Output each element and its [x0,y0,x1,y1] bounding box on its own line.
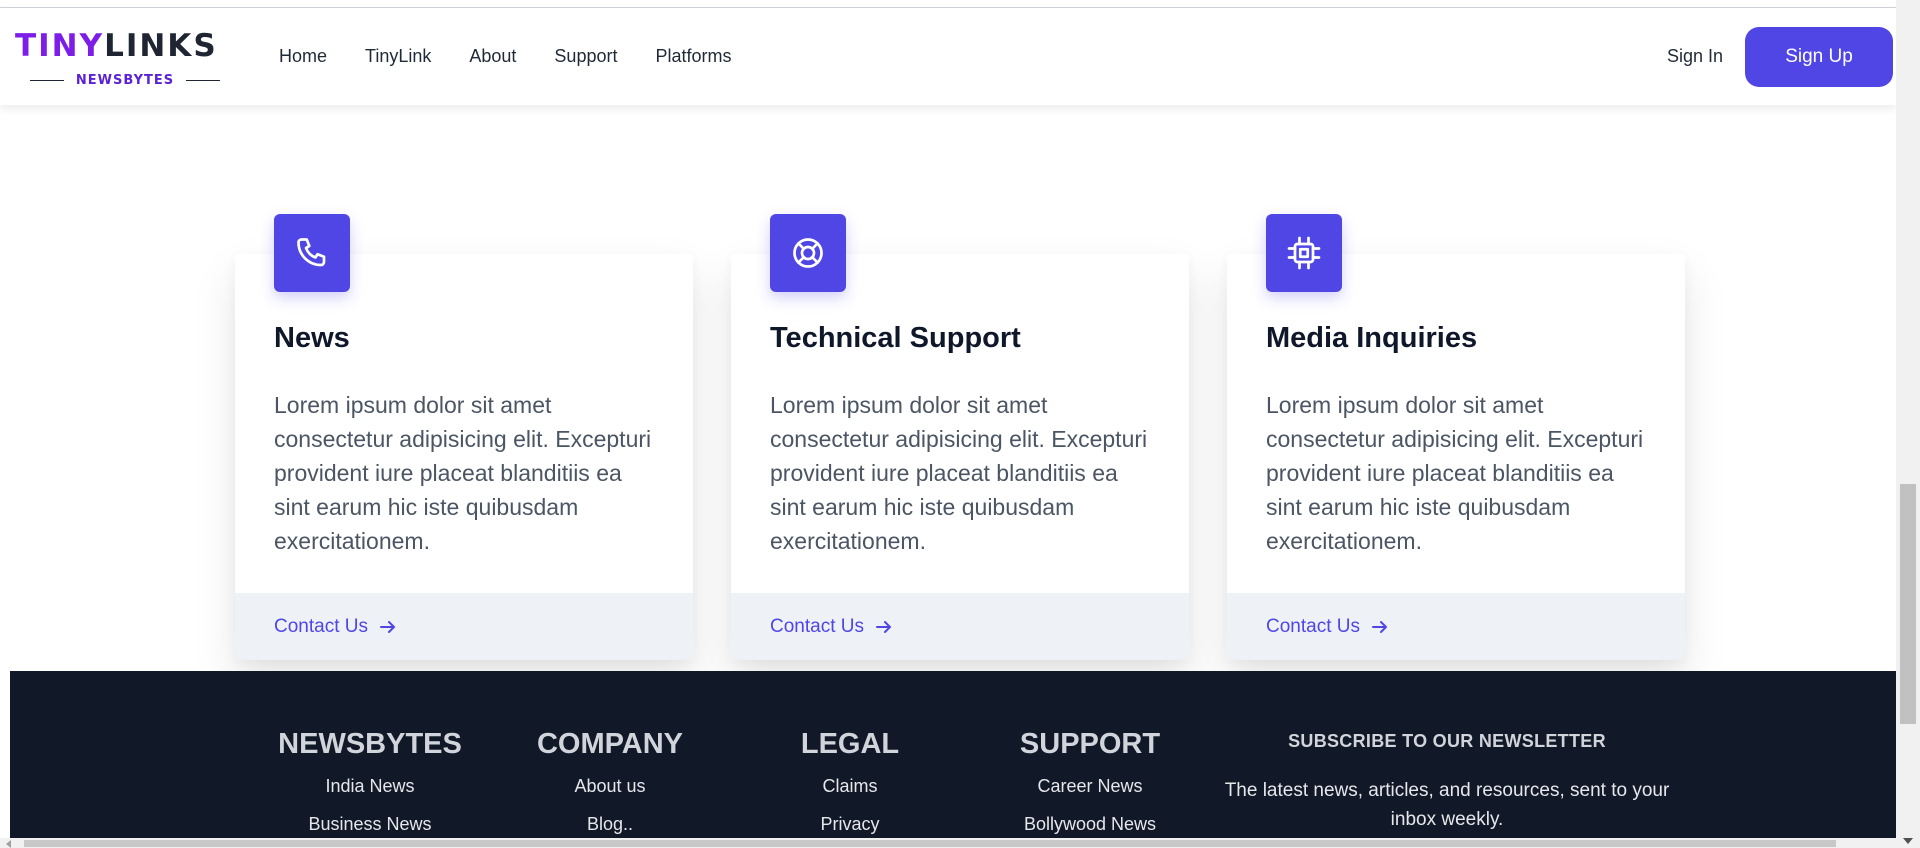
card-media-inquiries: Media Inquiries Lorem ipsum dolor sit am… [1227,214,1685,660]
scroll-down-arrow-icon[interactable] [1903,838,1913,844]
tinylinks-logo[interactable]: TINYLINKS NEWSBYTES [15,30,235,90]
sign-up-button[interactable]: Sign Up [1745,27,1893,87]
footer-link-about-us[interactable]: About us [490,767,730,805]
card-footer: Contact Us [1227,593,1685,660]
contact-us-label: Contact Us [770,615,864,637]
logo-links-text: LINKS [104,28,218,64]
page: TINYLINKS NEWSBYTES Home TinyLink About … [0,0,1896,838]
card-footer: Contact Us [731,593,1189,660]
footer-link-claims[interactable]: Claims [730,767,970,805]
lifebuoy-icon [770,214,846,292]
arrow-right-icon [1371,620,1387,633]
footer-column-title: COMPANY [536,728,684,760]
card-news: News Lorem ipsum dolor sit amet consecte… [235,214,693,660]
nav-home[interactable]: Home [279,46,327,67]
horizontal-scrollbar-thumb[interactable] [24,840,1836,847]
footer-column-legal: LEGAL Claims Privacy [730,727,970,838]
footer-column-newsbytes: NEWSBYTES India News Business News [250,727,490,838]
top-border [0,0,1896,8]
logo-sub-text: NEWSBYTES [75,72,175,88]
footer-link-blog[interactable]: Blog.. [490,805,730,838]
contact-us-label: Contact Us [1266,615,1360,637]
nav-tinylink[interactable]: TinyLink [365,46,431,67]
card-title: Media Inquiries [1266,322,1478,354]
footer-column-support: SUPPORT Career News Bollywood News [970,727,1210,838]
nav-platforms[interactable]: Platforms [655,46,731,67]
chip-icon [1266,214,1342,292]
footer-link-career-news[interactable]: Career News [970,767,1210,805]
card-body: Lorem ipsum dolor sit amet consectetur a… [1266,392,1644,554]
vertical-scrollbar[interactable] [1896,0,1920,848]
newsletter-title: SUBSCRIBE TO OUR NEWSLETTER [1288,731,1606,751]
footer-link-business-news[interactable]: Business News [250,805,490,838]
logo-divider-left [29,79,64,81]
contact-us-label: Contact Us [274,615,368,637]
card-title: News [274,322,350,354]
footer-link-privacy[interactable]: Privacy [730,805,970,838]
main-nav: Home TinyLink About Support Platforms [279,8,732,105]
horizontal-scrollbar[interactable] [0,838,1896,848]
footer-column-company: COMPANY About us Blog.. [490,727,730,838]
card-body: Lorem ipsum dolor sit amet consectetur a… [274,392,652,554]
card-technical-support: Technical Support Lorem ipsum dolor sit … [731,214,1189,660]
footer-column-title: SUPPORT [1019,728,1161,760]
contact-us-link[interactable]: Contact Us [1266,616,1388,638]
card-title: Technical Support [770,322,1021,354]
card-body: Lorem ipsum dolor sit amet consectetur a… [770,392,1148,554]
footer-link-india-news[interactable]: India News [250,767,490,805]
footer-column-title: LEGAL [800,728,900,760]
sign-in-link[interactable]: Sign In [1667,8,1723,105]
logo-subtitle: NEWSBYTES [15,70,235,90]
arrow-right-icon [379,620,395,633]
scroll-left-arrow-icon[interactable] [6,840,11,848]
site-header: TINYLINKS NEWSBYTES Home TinyLink About … [0,8,1896,105]
contact-us-link[interactable]: Contact Us [770,616,892,638]
contact-us-link[interactable]: Contact Us [274,616,396,638]
nav-about[interactable]: About [469,46,516,67]
site-footer: NEWSBYTES India News Business News COMPA… [10,671,1896,838]
card-footer: Contact Us [235,593,693,660]
vertical-scrollbar-thumb[interactable] [1900,484,1916,724]
arrow-right-icon [875,620,891,633]
newsletter-text: The latest news, articles, and resources… [1224,780,1670,830]
logo-wordmark: TINYLINKS [15,30,235,62]
logo-tiny-text: TINY [15,28,105,64]
footer-link-bollywood-news[interactable]: Bollywood News [970,805,1210,838]
logo-divider-right [186,79,221,81]
nav-support[interactable]: Support [554,46,617,67]
newsletter-section: SUBSCRIBE TO OUR NEWSLETTER The latest n… [1217,731,1677,834]
phone-icon [274,214,350,292]
footer-column-title: NEWSBYTES [278,728,462,760]
